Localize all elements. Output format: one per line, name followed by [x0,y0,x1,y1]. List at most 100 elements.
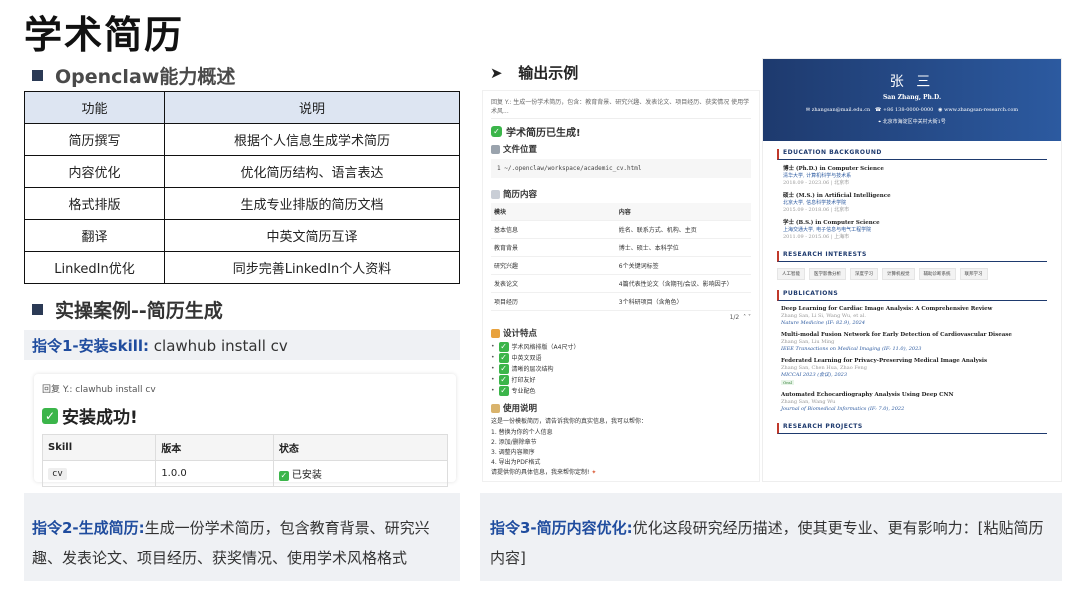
table-cell: 1.0.0 [155,460,274,487]
list-item: ✓打印友好 [491,374,751,385]
install-success-heading: ✓ 安装成功! [42,403,448,428]
section-capabilities-heading: Openclaw能力概述 [32,62,235,89]
table-cell: 翻译 [24,219,165,252]
command-text: clawhub install cv [153,337,288,355]
command-1-bar: 指令1-安装skill: clawhub install cv [24,330,460,360]
list-item: 3. 调整内容顺序 [491,449,535,456]
pub-authors: Zhang San, Chen Hua, Zhao Feng [781,365,867,371]
output-label: 输出示例 [518,64,579,82]
capabilities-table: 功能 说明 简历撰写 根据个人信息生成学术简历 内容优化 优化简历结构、语言表达 格… [24,91,460,284]
slide-title: 学术简历 [24,13,185,57]
list-item-text: 学术风格排版（A4尺寸） [511,344,580,351]
table-header: 状态 [272,434,449,461]
phone-icon: ☎ [875,107,882,113]
table-cell: 内容优化 [24,155,165,188]
list-item: 2. 添加/删除章节 [491,439,537,446]
globe-icon: ◉ [938,107,943,113]
list-item: 4. 导出为PDF格式 [491,459,541,466]
edu-item: 博士 (Ph.D.) in Computer Science 清华大学, 计算机科… [777,166,1047,187]
cv-education-section: EDUCATION BACKGROUND 博士 (Ph.D.) in Compu… [777,149,1047,241]
table-cell: cv [41,460,157,487]
edu-date: 2018.09 - 2023.06 | 北京市 [783,180,850,186]
check-icon: ✓ [278,471,289,481]
edu-item: 硕士 (M.S.) in Artificial Intelligence 北京大学… [777,193,1047,214]
pub-badge: Oral [781,380,794,385]
install-status-text: 安装成功! [62,408,138,428]
list-item-text: 中英文双语 [511,355,542,362]
cv-name-en: San Zhang, Ph.D. [882,94,942,101]
usage-outro: 请提供你的具体信息，我来帮你定制! ✦ [491,467,751,476]
table-header: 功能 [24,91,165,124]
reply-quote: 回复 Y.: clawhub install cv [42,385,156,395]
cv-interests-section: RESEARCH INTERESTS 人工智能 医学影像分析 深度学习 计算机视… [777,251,1047,280]
chevron-up-icon[interactable]: ˄ [743,314,746,321]
usage-outro-text: 请提供你的具体信息，我来帮你定制! [491,469,590,476]
pub-authors: Zhang San, Li Si, Wang Wu, et al. [781,313,866,319]
file-label: 文件位置 [503,145,538,155]
cv-section-title: RESEARCH PROJECTS [777,423,1047,434]
pub-title: Deep Learning for Cardiac Image Analysis… [781,306,993,312]
cv-section-title: PUBLICATIONS [777,290,1047,301]
pub-journal: IEEE Transactions on Medical Imaging (IF… [781,346,922,352]
table-header: 说明 [164,91,460,124]
sparkle-icon: ✦ [591,469,597,476]
location-icon: ⌖ [878,119,882,125]
command-label: 指令1-安装skill: [32,337,149,355]
list-item: ✓清晰的层次结构 [491,363,751,374]
edu-date: 2011.09 - 2015.06 | 上海市 [783,234,850,240]
interest-tag: 深度学习 [850,268,878,280]
table-cell: 4篇代表性论文（含期刊/会议、影响因子） [615,274,751,293]
palette-icon [491,328,500,338]
usage-list: 1. 替换为你的个人信息 2. 添加/删除章节 3. 调整内容顺序 4. 导出为… [491,427,751,467]
list-item-text: 专业配色 [511,388,536,395]
check-icon: ✓ [498,374,509,385]
table-icon [491,189,500,199]
content-label: 简历内容 [503,190,538,200]
table-cell: 教育背景 [491,238,616,257]
content-heading: 简历内容 [491,188,751,200]
table-cell: 优化简历结构、语言表达 [164,155,460,188]
pub-item: Deep Learning for Cardiac Image Analysis… [777,306,1047,327]
table-row: 教育背景 博士、硕士、本科学位 [491,238,751,257]
install-result-card: 回复 Y.: clawhub install cv ✓ 安装成功! Skill 版本… [34,374,456,487]
table-cell: 中英文简历互译 [164,219,460,252]
check-icon: ✓ [42,407,58,424]
table-cell: 姓名、联系方式、机构、主页 [615,220,751,239]
cv-header: 张 三 San Zhang, Ph.D. ✉ zhangsan@mail.edu… [763,59,1061,141]
cv-name: 张 三 [889,74,935,90]
check-icon: ✓ [498,385,509,396]
pub-authors: Zhang San, Liu Ming [781,339,835,345]
table-header: Skill [41,434,157,461]
edu-degree: 博士 (Ph.D.) in Computer Science [783,166,884,172]
chat-output-panel: 回复 Y.: 生成一份学术简历，包含：教育背景、研究兴趣、发表论文、项目经历、获… [482,90,760,482]
table-cell: LinkedIn优化 [24,251,165,284]
folder-icon [491,144,500,154]
interest-tag: 医学影像分析 [809,268,846,280]
file-path-code: 1 ~/.openclaw/workspace/academic_cv.html [491,159,751,178]
chevron-down-icon[interactable]: ˅ [748,314,751,321]
table-row: 翻译 中英文简历互译 [24,219,460,252]
table-cell: 发表论文 [491,274,616,293]
book-icon [491,403,500,413]
table-row: 发表论文 4篇代表性论文（含期刊/会议、影响因子） [491,274,751,293]
usage-intro: 这是一份模板简历，请告诉我你的真实信息，我可以帮你： [491,418,648,425]
list-item: ✓专业配色 [491,385,751,396]
arrow-icon: ➤ [490,64,503,82]
table-cell: 研究兴趣 [491,256,616,275]
table-pager[interactable]: 1/2 ˄ ˅ [491,314,751,321]
mail-icon: ✉ [805,107,811,113]
skill-code: cv [48,468,67,480]
output-example-heading: ➤ 输出示例 [490,62,578,83]
edu-school: 北京大学, 信息科学技术学院 [783,200,847,206]
check-icon: ✓ [491,126,502,137]
edu-school: 上海交通大学, 电子信息与电气工程学院 [783,227,872,233]
cv-section-title: RESEARCH INTERESTS [777,251,1047,262]
check-icon: ✓ [498,352,509,363]
pub-title: Multi-modal Fusion Network for Early Det… [781,332,1012,338]
table-cell: 3个科研项目（含角色） [615,292,751,311]
interest-tag: 人工智能 [777,268,805,280]
content-table: 模块 内容 基本信息 姓名、联系方式、机构、主页 教育背景 博士、硕士、本科学位 研究… [491,203,751,311]
usage-label: 使用说明 [503,404,538,414]
done-heading: ✓ 学术简历已生成! [491,124,751,139]
reply-quote: 回复 Y.: 生成一份学术简历，包含：教育背景、研究兴趣、发表论文、项目经历、获… [491,97,751,119]
